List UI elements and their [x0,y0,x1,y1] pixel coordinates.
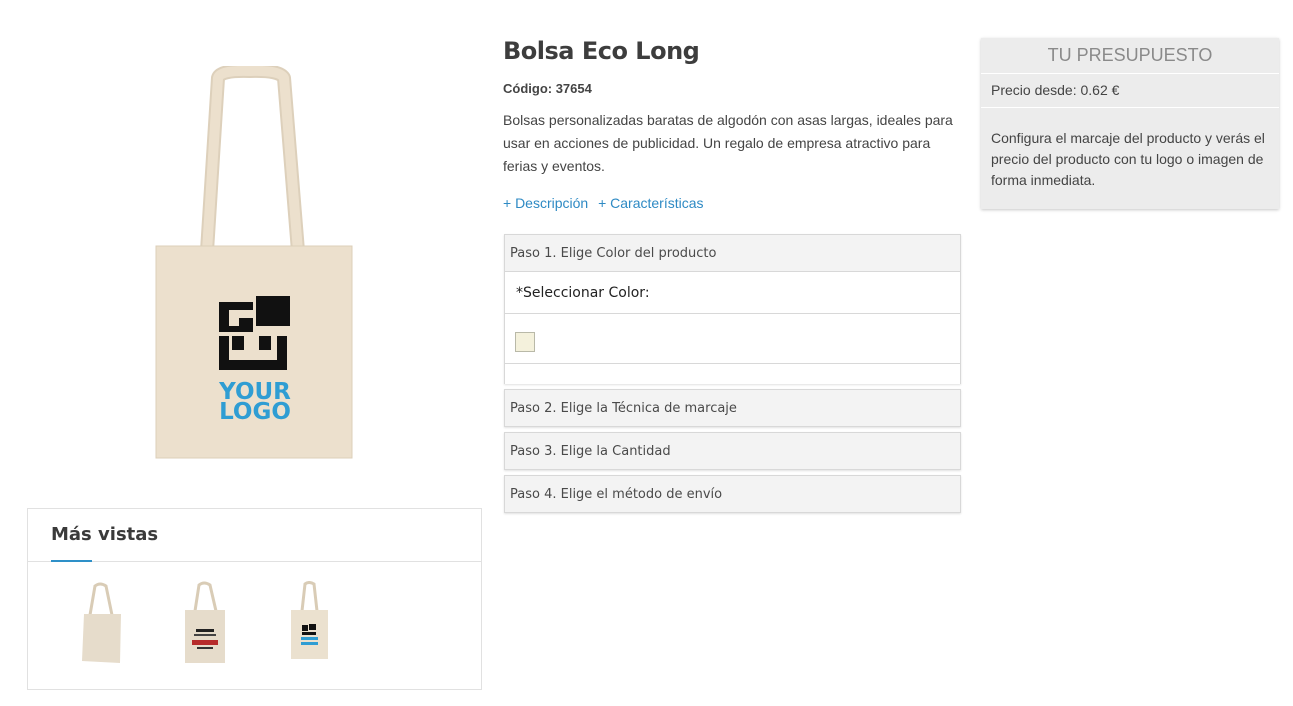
color-select-label: *Seleccionar Color: [516,285,650,301]
bag-thumbnail-icon [82,582,121,663]
budget-title: TU PRESUPUESTO [981,38,1279,74]
step-3-header[interactable]: Paso 3. Elige la Cantidad [504,432,961,470]
product-title: Bolsa Eco Long [503,37,700,65]
step-1-label: Paso 1. Elige Color del producto [510,246,717,261]
step-2-header[interactable]: Paso 2. Elige la Técnica de marcaje [504,389,961,427]
product-main-image[interactable]: YOUR LOGO [150,63,360,464]
more-views-title: Más vistas [51,524,159,545]
title-underline [51,560,92,562]
color-select-row: *Seleccionar Color: [505,272,960,314]
step-4-label: Paso 4. Elige el método de envío [510,487,723,502]
color-swatch-natural[interactable] [515,332,535,352]
logo-text-line2: LOGO [219,399,291,425]
bag-thumbnail-icon [291,581,328,659]
step-3-label: Paso 3. Elige la Cantidad [510,444,671,459]
step-2-label: Paso 2. Elige la Técnica de marcaje [510,401,737,416]
features-link[interactable]: + Características [598,195,703,211]
step-1-panel: Paso 1. Elige Color del producto *Selecc… [504,234,961,384]
bag-thumbnail-icon [185,581,225,663]
thumbnail-3[interactable] [264,581,352,665]
product-description: Bolsas personalizadas baratas de algodón… [503,112,953,174]
budget-text: Configura el marcaje del producto y verá… [991,130,1265,188]
budget-price: Precio desde: 0.62 € [981,74,1279,108]
your-logo-text: YOUR LOGO [219,381,291,425]
step-1-footer [505,364,960,384]
budget-panel: TU PRESUPUESTO Precio desde: 0.62 € Conf… [981,38,1279,209]
description-link[interactable]: + Descripción [503,195,588,211]
swatch-row [505,314,960,364]
thumbnail-2[interactable] [158,581,246,665]
more-views-header: Más vistas [28,509,481,562]
product-code: Código: 37654 [503,81,592,96]
thumbnail-1[interactable] [54,581,142,665]
step-1-header[interactable]: Paso 1. Elige Color del producto [505,235,960,272]
info-links: + Descripción + Características [503,195,710,211]
step-4-header[interactable]: Paso 4. Elige el método de envío [504,475,961,513]
more-views-panel: Más vistas [27,508,482,690]
